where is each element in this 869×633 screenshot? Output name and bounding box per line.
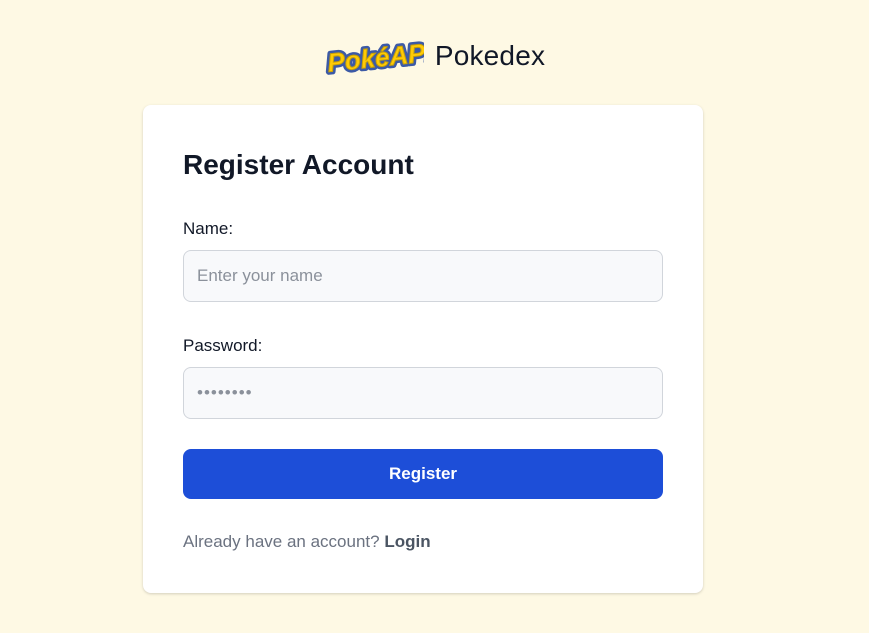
- name-input[interactable]: [183, 250, 663, 302]
- password-label: Password:: [183, 336, 263, 355]
- app-title: Pokedex: [434, 40, 546, 71]
- login-link[interactable]: Login: [384, 532, 430, 551]
- login-prompt-text: Already have an account?: [183, 532, 380, 551]
- pokeapi-logo: PokéAPi PokéAPi: [324, 34, 424, 78]
- register-button[interactable]: Register: [183, 449, 663, 499]
- register-card: Register Account Name: Password: Registe…: [143, 105, 703, 593]
- form-title: Register Account: [183, 149, 414, 180]
- password-input[interactable]: [183, 367, 663, 419]
- login-prompt: Already have an account? Login: [183, 532, 431, 552]
- name-label: Name:: [183, 219, 234, 238]
- app-header: PokéAPi PokéAPi Pokedex: [0, 34, 869, 78]
- svg-text:PokéAPi: PokéAPi: [326, 37, 424, 78]
